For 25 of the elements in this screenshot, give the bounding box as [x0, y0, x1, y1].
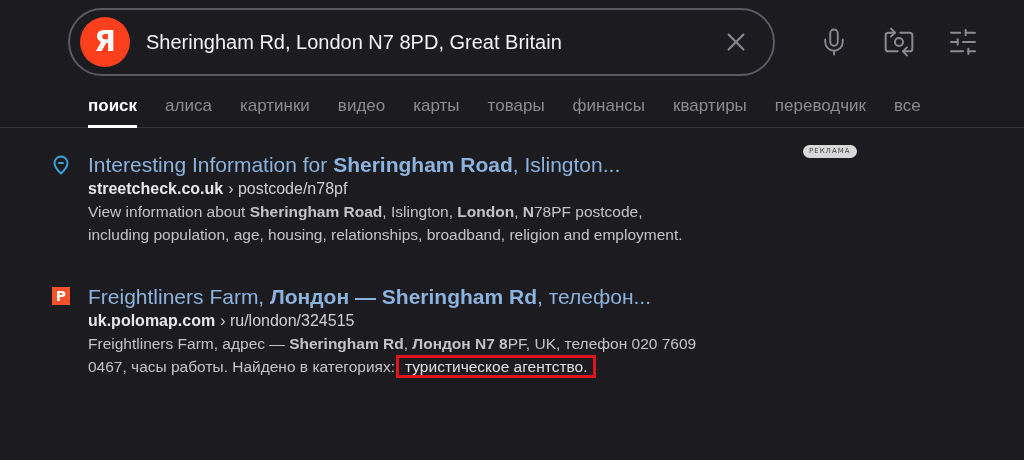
location-pin-icon — [52, 155, 70, 175]
tab[interactable]: видео — [337, 90, 386, 128]
result-path: › ru/london/324515 — [220, 311, 355, 331]
result-snippet: View information about Sheringham Road, Islington, London, N78PF postcode, including population, age, housing, relationships, broadband, religion and employment. — [88, 202, 684, 245]
tab[interactable]: переводчик — [774, 90, 867, 128]
tab[interactable]: алиса — [165, 90, 212, 128]
logo[interactable]: Я — [80, 17, 130, 67]
camera-icon[interactable] — [883, 26, 915, 58]
tab[interactable]: поиск — [88, 90, 138, 128]
result-domain-link[interactable]: uk.polomap.com — [88, 310, 216, 332]
site-logo-icon: P — [52, 287, 70, 305]
result-title-link[interactable]: Freightliners Farm, Лондон — Sheringham Rd, телефон... — [88, 284, 698, 310]
tab[interactable]: все — [894, 90, 921, 128]
tab[interactable]: карты — [413, 90, 460, 128]
filters-icon[interactable] — [947, 26, 979, 58]
result-domain-link[interactable]: streetcheck.co.uk — [88, 178, 224, 200]
tab[interactable]: квартиры — [673, 90, 747, 128]
tab[interactable]: товары — [487, 90, 545, 128]
search-query[interactable]: Sheringham Rd, London N7 8PD, Great Britain — [146, 27, 721, 57]
result-title-link[interactable]: Interesting Information for Sheringham Road, Islington... — [88, 152, 698, 178]
tab[interactable]: финансы — [572, 90, 646, 128]
result-snippet: Freightliners Farm, адрес — Sheringham Rd, Лондон N7 8PF, UK, телефон 020 7609 0467, часы работы. Найдено в категориях: туристическое агентство. — [88, 332, 698, 378]
result-path: › postcode/n78pf — [228, 179, 348, 199]
search-field[interactable]: Я Sheringham Rd, London N7 8PD, Great Britain — [68, 8, 775, 76]
tab[interactable]: картинки — [239, 90, 310, 128]
